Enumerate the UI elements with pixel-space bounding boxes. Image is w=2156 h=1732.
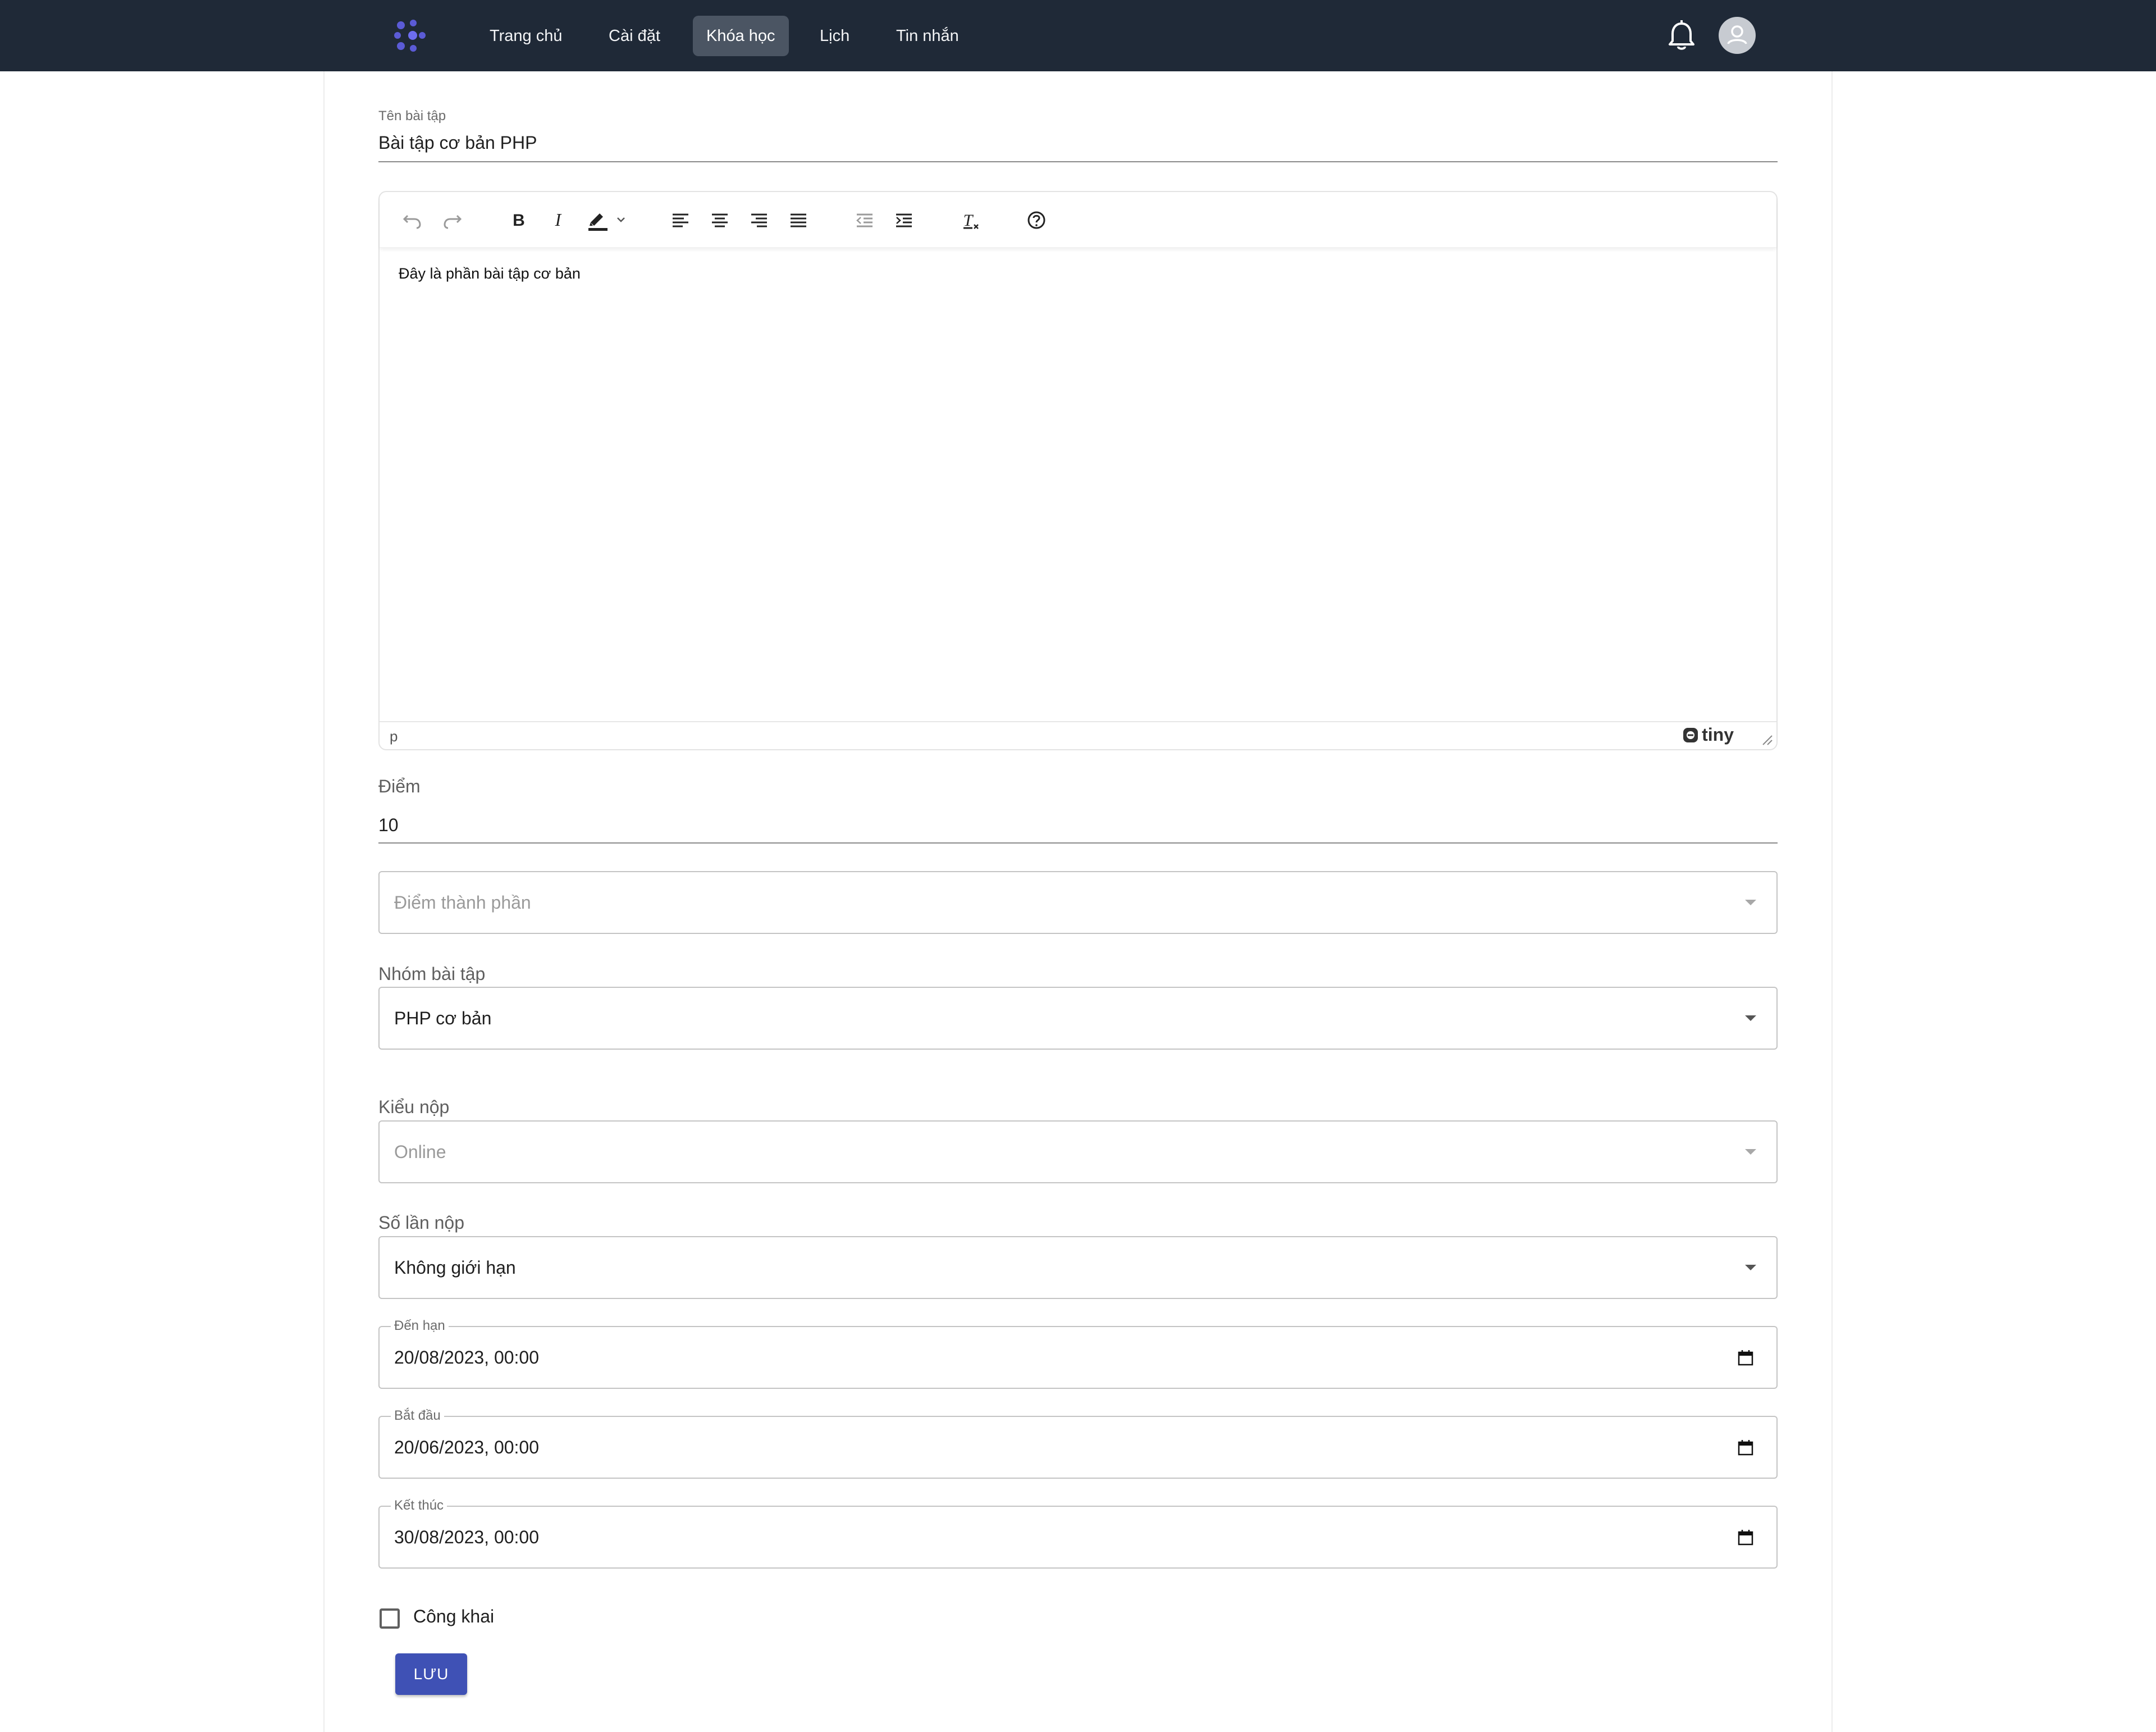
editor-content-area[interactable]: Đây là phần bài tập cơ bản — [399, 265, 581, 282]
submit-type-value: Online — [394, 1142, 446, 1162]
submit-type-select[interactable]: Online — [378, 1120, 1778, 1183]
app-logo-icon[interactable] — [393, 17, 432, 54]
dropdown-arrow-icon — [1745, 1015, 1756, 1021]
redo-icon[interactable] — [438, 206, 467, 235]
public-checkbox-label[interactable]: Công khai — [413, 1606, 494, 1627]
dropdown-arrow-icon — [1745, 1265, 1756, 1270]
undo-icon[interactable] — [398, 206, 427, 235]
highlight-color-icon[interactable] — [583, 206, 633, 235]
due-date-input[interactable]: Đến hạn 20/08/2023, 00:00 — [378, 1318, 1778, 1389]
group-select[interactable]: PHP cơ bản — [378, 987, 1778, 1050]
attempts-label: Số lần nộp — [378, 1213, 465, 1233]
end-date-input[interactable]: Kết thúc 30/08/2023, 00:00 — [378, 1498, 1778, 1569]
submit-type-label: Kiểu nộp — [378, 1097, 450, 1117]
title-field-label: Tên bài tập — [378, 108, 446, 124]
component-score-select[interactable]: Điểm thành phần — [378, 871, 1778, 934]
nav-item-calendar[interactable]: Lịch — [806, 16, 863, 56]
help-icon[interactable] — [1022, 206, 1051, 235]
resize-handle-icon[interactable] — [1760, 732, 1773, 746]
nav-item-home[interactable]: Trang chủ — [476, 16, 576, 56]
align-left-icon[interactable] — [666, 206, 695, 235]
outdent-icon[interactable] — [850, 206, 879, 235]
group-label: Nhóm bài tập — [378, 964, 486, 984]
svg-text:I: I — [555, 209, 562, 230]
element-path[interactable]: p — [390, 728, 398, 745]
svg-text:T: T — [963, 211, 974, 230]
nav-item-settings[interactable]: Cài đặt — [595, 16, 674, 56]
title-field-underline — [378, 161, 1778, 162]
bold-icon[interactable]: B — [504, 206, 533, 235]
indent-icon[interactable] — [889, 206, 919, 235]
component-score-placeholder: Điểm thành phần — [394, 892, 531, 913]
nav-item-messages[interactable]: Tin nhắn — [883, 16, 972, 56]
user-icon — [1727, 25, 1747, 44]
editor-toolbar: B I T — [380, 192, 1776, 248]
save-button[interactable]: LƯU — [395, 1653, 467, 1695]
calendar-icon[interactable] — [1736, 1528, 1755, 1547]
calendar-icon[interactable] — [1736, 1348, 1755, 1368]
dropdown-arrow-icon — [1745, 1149, 1756, 1155]
due-date-value: 20/08/2023, 00:00 — [394, 1347, 540, 1368]
attempts-select-value: Không giới hạn — [394, 1257, 516, 1278]
top-navbar: Trang chủ Cài đặt Khóa học Lịch Tin nhắn — [0, 0, 2156, 71]
user-avatar[interactable] — [1719, 17, 1756, 54]
tiny-brand-text: tiny — [1702, 724, 1734, 745]
editor-statusbar: p tiny — [380, 721, 1776, 749]
align-right-icon[interactable] — [744, 206, 774, 235]
align-center-icon[interactable] — [705, 206, 734, 235]
calendar-icon[interactable] — [1736, 1438, 1755, 1457]
svg-text:B: B — [513, 211, 525, 230]
rich-text-editor: B I T Đây là phần bài tập cơ bản p tiny — [378, 191, 1778, 750]
score-underline — [378, 842, 1778, 844]
group-select-value: PHP cơ bản — [394, 1008, 492, 1028]
start-date-value: 20/06/2023, 00:00 — [394, 1437, 540, 1457]
clear-format-icon[interactable]: T — [956, 206, 985, 235]
attempts-select[interactable]: Không giới hạn — [378, 1236, 1778, 1299]
dropdown-arrow-icon — [1745, 900, 1756, 905]
public-checkbox[interactable] — [380, 1608, 400, 1629]
score-input[interactable]: 10 — [378, 815, 399, 836]
align-justify-icon[interactable] — [784, 206, 813, 235]
italic-icon[interactable]: I — [543, 206, 573, 235]
tiny-logo[interactable]: tiny — [1682, 724, 1734, 747]
nav-item-courses[interactable]: Khóa học — [693, 16, 789, 56]
score-label: Điểm — [378, 776, 421, 796]
end-date-value: 30/08/2023, 00:00 — [394, 1527, 540, 1547]
title-field-input[interactable]: Bài tập cơ bản PHP — [378, 133, 537, 153]
start-date-input[interactable]: Bắt đầu 20/06/2023, 00:00 — [378, 1408, 1778, 1479]
tiny-logo-icon — [1683, 727, 1698, 742]
notification-bell-icon[interactable] — [1662, 17, 1701, 56]
